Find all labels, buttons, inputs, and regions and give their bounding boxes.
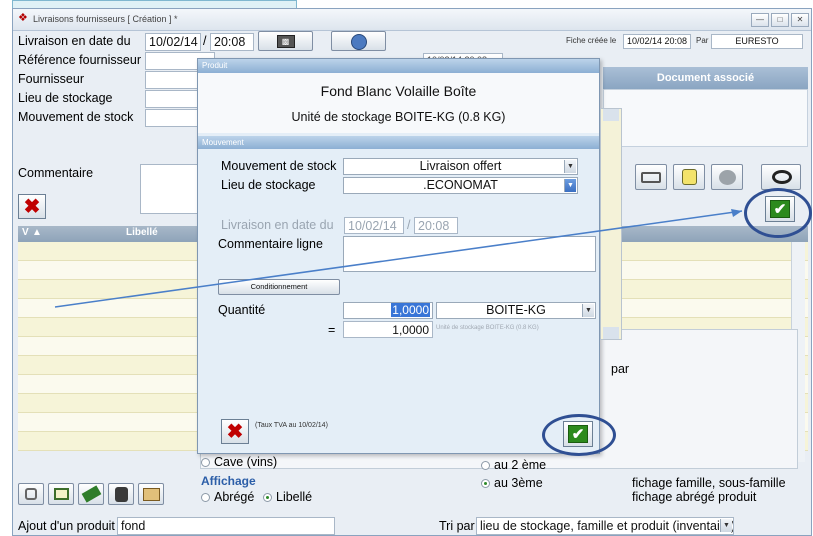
annotation-arrow xyxy=(54,209,743,308)
